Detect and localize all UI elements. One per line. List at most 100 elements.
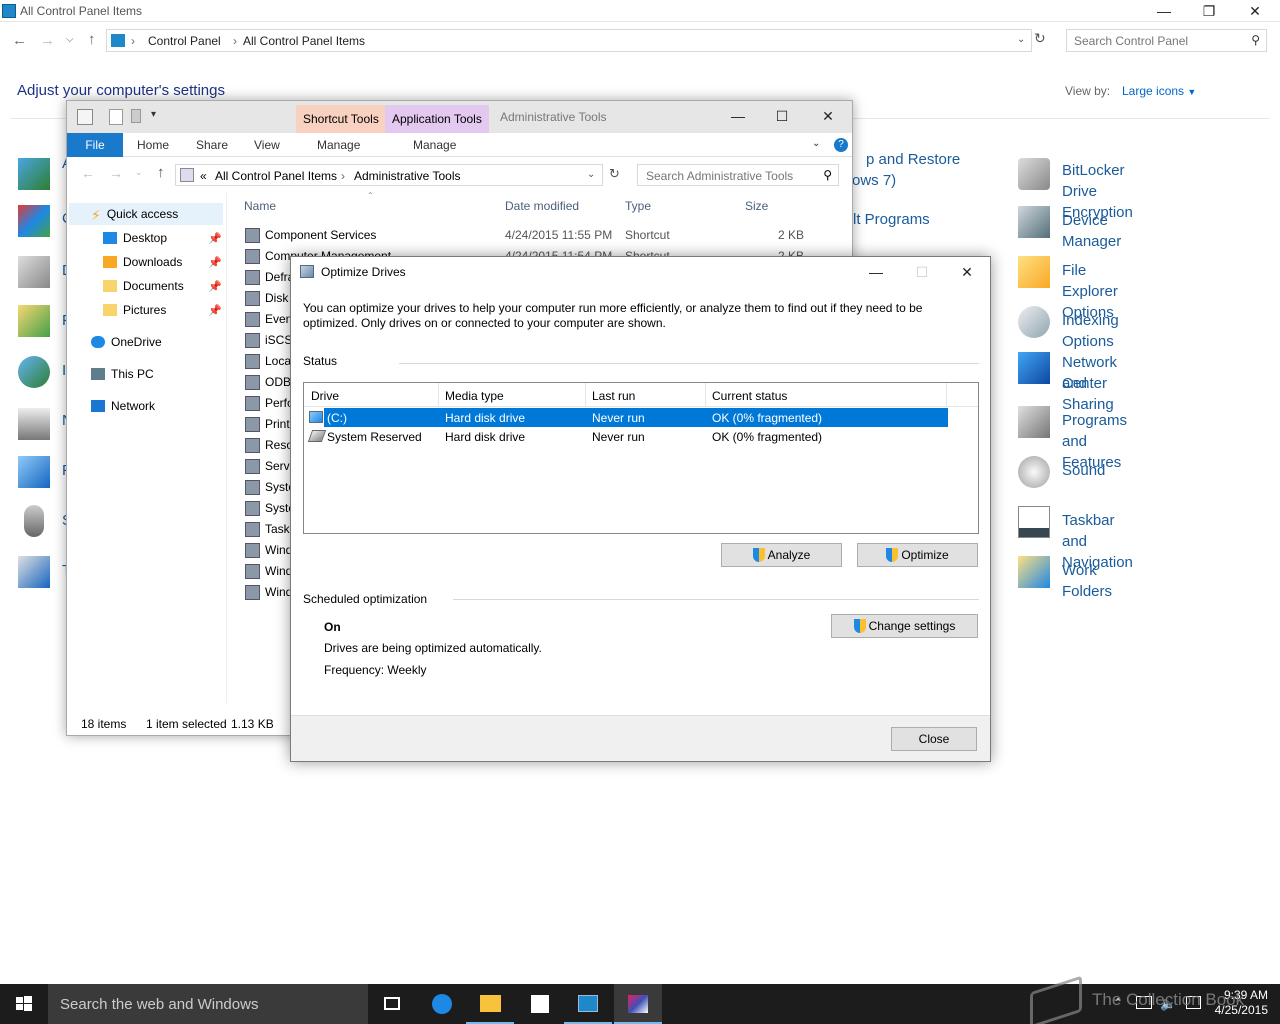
analyze-button[interactable]: Analyze <box>721 543 842 567</box>
explorer-address-bar[interactable]: « All Control Panel Items › Administrati… <box>175 164 603 186</box>
column-last-run[interactable]: Last run <box>592 389 635 403</box>
column-type[interactable]: Type <box>625 199 651 213</box>
change-settings-button[interactable]: Change settings <box>831 614 978 638</box>
help-icon[interactable]: ? <box>834 138 848 152</box>
quick-access-toolbar-icon[interactable] <box>131 109 141 123</box>
default-programs-link[interactable]: lt Programs <box>853 211 930 228</box>
maximize-button[interactable]: ☐ <box>759 105 805 127</box>
speech-recognition-icon[interactable] <box>24 505 44 537</box>
pin-icon[interactable]: 📌 <box>208 304 222 317</box>
taskbar-search-box[interactable]: Search the web and Windows <box>48 984 368 1024</box>
ribbon-tab-manage-application[interactable]: Manage <box>413 138 456 152</box>
properties-icon[interactable] <box>77 109 93 125</box>
nav-label: Documents <box>123 279 184 293</box>
ribbon-tab-manage-shortcut[interactable]: Manage <box>317 138 360 152</box>
taskbar-app-optimize-drives[interactable] <box>614 984 662 1024</box>
application-tools-tab[interactable]: Application Tools <box>385 105 489 133</box>
column-size[interactable]: Size <box>745 199 768 213</box>
address-bar[interactable]: › Control Panel › All Control Panel Item… <box>106 29 1032 52</box>
column-separator[interactable] <box>946 383 947 407</box>
taskbar-app-edge[interactable] <box>418 984 466 1024</box>
drive-name: System Reserved <box>327 430 422 444</box>
task-view-button[interactable] <box>368 984 416 1024</box>
ribbon-expand-icon[interactable]: ⌄ <box>812 138 820 149</box>
taskbar: Search the web and Windows ⌃ 🔈 9:39 AM 4… <box>0 984 1280 1024</box>
minimize-button[interactable]: — <box>715 105 761 127</box>
explorer-search-input[interactable]: Search Administrative Tools ⚲ <box>637 164 839 186</box>
nav-documents[interactable]: Documents <box>103 275 184 297</box>
column-media-type[interactable]: Media type <box>445 389 504 403</box>
breadcrumb-admin-tools[interactable]: Administrative Tools <box>354 169 461 183</box>
breadcrumb-overflow[interactable]: « <box>200 169 207 183</box>
column-separator[interactable] <box>585 383 586 407</box>
forward-arrow-icon[interactable]: → <box>40 32 55 49</box>
recent-dropdown-icon[interactable]: ⌵ <box>66 34 74 45</box>
column-date-modified[interactable]: Date modified <box>505 199 579 213</box>
devices-printers-icon[interactable] <box>18 256 50 288</box>
up-arrow-icon[interactable]: ↑ <box>157 164 165 181</box>
optimize-button[interactable]: Optimize <box>857 543 978 567</box>
color-management-icon[interactable] <box>18 205 50 237</box>
column-separator[interactable] <box>438 383 439 407</box>
pin-icon[interactable]: 📌 <box>208 280 222 293</box>
nav-onedrive[interactable]: OneDrive <box>91 331 162 353</box>
minimize-button[interactable]: — <box>853 261 899 283</box>
close-button[interactable]: ✕ <box>944 261 990 283</box>
minimize-button[interactable]: — <box>1141 0 1187 22</box>
start-button[interactable] <box>0 984 48 1024</box>
up-arrow-icon[interactable]: ↑ <box>88 31 96 48</box>
column-separator[interactable] <box>705 383 706 407</box>
new-folder-icon[interactable] <box>109 109 123 125</box>
search-input[interactable]: Search Control Panel ⚲ <box>1066 29 1267 52</box>
taskbar-app-file-explorer[interactable] <box>466 984 514 1024</box>
drive-row-c[interactable]: (C:) Hard disk drive Never run OK (0% fr… <box>324 408 948 427</box>
drive-row-system-reserved[interactable]: System Reserved Hard disk drive Never ru… <box>304 427 948 446</box>
view-by-dropdown[interactable]: Large icons ▼ <box>1122 84 1196 98</box>
close-button[interactable]: ✕ <box>1232 0 1278 22</box>
ribbon-tab-file[interactable]: File <box>67 133 123 157</box>
back-arrow-icon[interactable]: ← <box>12 32 27 49</box>
close-dialog-button[interactable]: Close <box>891 727 977 751</box>
action-center-icon[interactable] <box>18 158 50 190</box>
breadcrumb-all-items[interactable]: All Control Panel Items <box>243 34 365 48</box>
keyboard-icon[interactable] <box>18 408 50 440</box>
customize-toolbar-icon[interactable]: ▾ <box>151 109 156 120</box>
address-dropdown-icon[interactable]: ⌄ <box>587 169 595 180</box>
taskbar-app-control-panel[interactable] <box>564 984 612 1024</box>
close-button[interactable]: ✕ <box>805 105 851 127</box>
ribbon-tab-view[interactable]: View <box>254 138 280 152</box>
shortcut-tools-tab[interactable]: Shortcut Tools <box>296 105 386 133</box>
breadcrumb-control-panel[interactable]: Control Panel <box>148 34 221 48</box>
nav-desktop[interactable]: Desktop <box>103 227 167 249</box>
ribbon-tab-share[interactable]: Share <box>196 138 228 152</box>
power-options-icon[interactable] <box>18 456 50 488</box>
breadcrumb-all-items[interactable]: All Control Panel Items <box>215 169 337 183</box>
nav-this-pc[interactable]: This PC <box>91 363 154 385</box>
forward-arrow-icon[interactable]: → <box>109 165 123 181</box>
pin-icon[interactable]: 📌 <box>208 232 222 245</box>
nav-downloads[interactable]: Downloads <box>103 251 182 273</box>
nav-pictures[interactable]: Pictures <box>103 299 166 321</box>
backup-restore-link-line2[interactable]: ows 7) <box>852 172 896 189</box>
file-name: Task <box>265 522 290 536</box>
pin-icon[interactable]: 📌 <box>208 256 222 269</box>
refresh-icon[interactable]: ↻ <box>609 166 620 182</box>
backup-restore-link[interactable]: p and Restore <box>866 151 960 168</box>
column-current-status[interactable]: Current status <box>712 389 787 403</box>
column-name[interactable]: Name <box>244 199 276 213</box>
column-drive[interactable]: Drive <box>311 389 339 403</box>
file-history-icon[interactable] <box>18 305 50 337</box>
file-row[interactable]: Component Services 4/24/2015 11:55 PM Shor… <box>243 225 833 246</box>
recent-dropdown-icon[interactable]: ⌄ <box>135 167 143 178</box>
address-dropdown-icon[interactable]: ⌄ <box>1017 34 1025 45</box>
troubleshooting-icon[interactable] <box>18 556 50 588</box>
page-title: Adjust your computer's settings <box>17 82 225 99</box>
refresh-icon[interactable]: ↻ <box>1034 30 1046 47</box>
nav-quick-access[interactable]: ⚡ Quick access <box>69 203 223 225</box>
taskbar-app-store[interactable] <box>516 984 564 1024</box>
nav-network[interactable]: Network <box>91 395 155 417</box>
ribbon-tab-home[interactable]: Home <box>137 138 169 152</box>
internet-options-icon[interactable] <box>18 356 50 388</box>
back-arrow-icon[interactable]: ← <box>81 165 95 181</box>
restore-button[interactable]: ❐ <box>1186 0 1232 22</box>
